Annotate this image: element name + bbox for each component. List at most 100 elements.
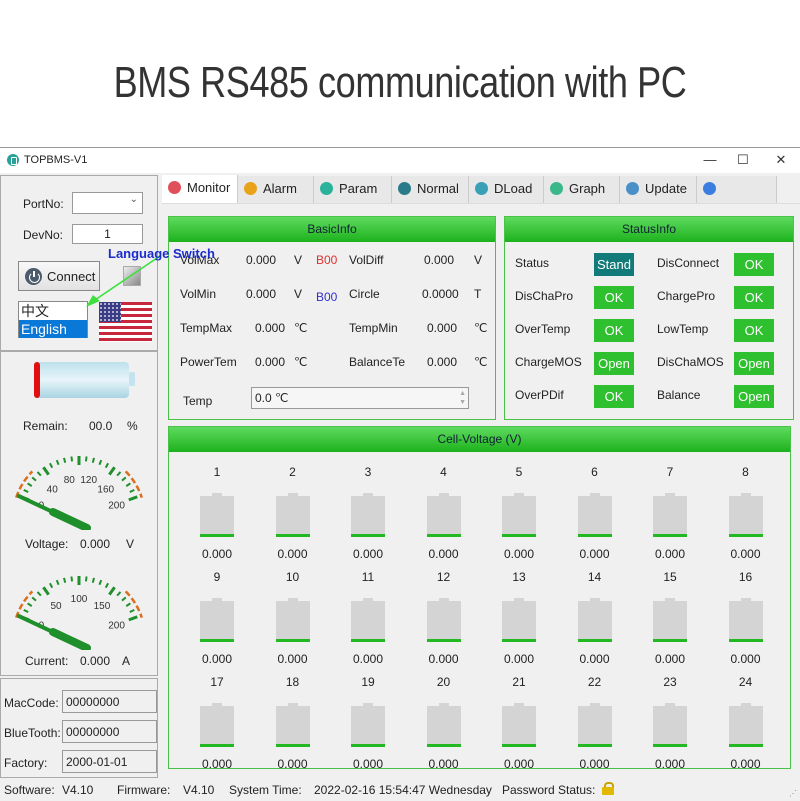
battery-tip [129,372,135,386]
status-indicator-disconnect: OK [734,253,774,276]
cell-number: 21 [512,675,526,689]
language-option-english[interactable]: English [19,320,87,338]
cell-item: 21 0.000 [494,675,544,775]
gauge-tick [125,482,131,487]
device-info-panel: MacCode: 00000000 BlueTooth: 00000000 Fa… [0,678,158,778]
gauge-tick [36,591,42,597]
maximize-button[interactable]: ☐ [733,152,753,168]
gauge-tick [128,495,138,502]
cell-number: 8 [742,465,749,479]
cell-item: 4 0.000 [419,465,469,565]
cell-index-tag: B00 [316,290,338,304]
basic-value: 0.000 [255,321,286,335]
cell-battery-icon [502,493,536,537]
remain-label: Remain: [23,419,68,433]
wave-icon [550,182,563,195]
firmware-label: Firmware: [117,783,171,797]
language-option-chinese[interactable]: 中文 [19,302,87,320]
software-value: V4.10 [62,783,94,797]
status-indicator-dischapro: OK [594,286,634,309]
gauge-tick [98,579,103,586]
status-info-header: StatusInfo [505,217,793,242]
resize-grip-icon[interactable]: ⋰ [789,789,797,798]
basic-value: 0.000 [255,355,286,369]
annotation-arrow [86,255,161,307]
cell-level-bar [275,639,310,642]
cell-level-bar [275,534,310,537]
speaker-icon [244,182,257,195]
tab-label: Alarm [263,181,297,196]
cell-battery-icon [577,703,612,747]
tab-normal[interactable]: Normal [392,176,469,203]
cell-battery-icon [351,493,385,537]
cell-item: 12 0.000 [419,570,469,670]
tab-param[interactable]: Param [314,176,392,203]
close-button[interactable]: ✕ [771,152,791,168]
battery-icon [34,362,129,398]
cell-level-bar [577,534,612,537]
cell-number: 2 [289,465,296,479]
cell-battery-icon [275,703,310,747]
cell-battery-icon [502,703,536,747]
cell-item: 8 0.000 [721,465,771,565]
cell-battery-icon [577,598,612,642]
basic-label: TempMin [349,321,398,335]
cell-battery-icon [275,493,310,537]
dev-no-input[interactable]: 1 [72,224,143,244]
tab-update[interactable]: Update [620,176,697,203]
cell-battery-icon [426,493,461,537]
status-label: Status [515,256,550,270]
cell-voltage-value: 0.000 [277,757,308,771]
cell-number: 14 [587,570,602,584]
cell-voltage-value: 0.000 [730,652,761,666]
status-label: DisChaPro [515,289,574,303]
tab-graph[interactable]: Graph [544,176,620,203]
basic-value: 0.000 [246,253,277,267]
tab-leaseset[interactable]: LeaseSet [697,176,777,222]
gauge-tick [104,462,109,469]
cell-battery-icon [426,703,461,747]
cell-level-bar [351,534,385,537]
banner-title: BMS RS485 communication with PC [113,58,687,107]
maccode-label: MacCode: [4,696,59,710]
gauge-tick [63,457,67,463]
cell-number: 20 [436,675,451,689]
cell-voltage-value: 0.000 [352,547,384,561]
tab-monitor[interactable]: Monitor [162,175,238,204]
dev-label: DevNo: [23,228,64,242]
gauge-tick [129,608,135,614]
cell-voltage-value: 0.000 [201,757,233,771]
system-time-label: System Time: [229,783,302,797]
temp-label: Temp [183,394,213,408]
cell-battery-icon [426,598,461,642]
gauge-tick-label: 200 [108,620,125,631]
cell-number: 11 [361,570,375,584]
firmware-value: V4.10 [183,783,215,797]
basic-label: TempMax [180,321,233,335]
diamond-icon [475,182,488,195]
status-label: OverTemp [515,322,571,336]
cell-item: 2 0.000 [268,465,318,565]
status-indicator-overpdif: OK [594,385,634,408]
port-select[interactable]: ⌄ [72,192,143,214]
cell-voltage-value: 0.000 [503,547,535,561]
gauge-tick-label: 100 [71,594,88,605]
cell-item: 23 0.000 [645,675,695,775]
software-label: Software: [4,783,55,797]
voltage-gauge: 04080120160200 [15,456,143,530]
tab-label: Param [339,181,378,196]
basic-label: Circle [349,287,380,301]
cell-voltage-value: 0.000 [201,547,233,561]
cell-level-bar [728,744,763,747]
gauge-tick [49,462,54,469]
tab-alarm[interactable]: Alarm [238,176,314,203]
status-label: DisChaMOS [657,355,724,369]
tab-dload[interactable]: DLoad [469,176,544,203]
spinner-icon[interactable]: ▲ ▼ [459,389,466,407]
cell-battery-icon [728,598,763,642]
temp-select[interactable]: 0.0 ℃ ▲ ▼ [251,387,469,409]
gauge-tick [23,608,29,614]
cell-battery-icon [653,703,687,747]
gauge-tick-label: 150 [94,601,111,612]
minimize-button[interactable]: — [700,152,720,168]
